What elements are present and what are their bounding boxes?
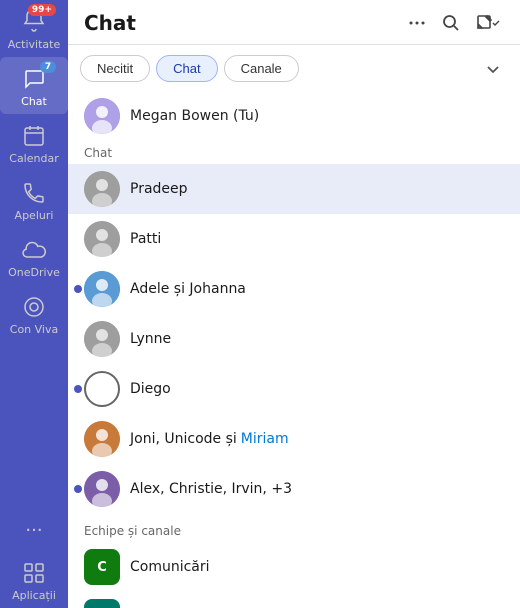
chat-name-lynne: Lynne: [130, 331, 171, 347]
badge-activitate: 99+: [28, 4, 56, 16]
activitate-icon-wrap: 99+: [18, 8, 50, 36]
chat-row-joni[interactable]: Joni, Unicode șiMiriam: [68, 414, 520, 464]
chat-row-pradeep[interactable]: Pradeep: [68, 164, 520, 214]
megan-name: Megan Bowen (Tu): [130, 108, 259, 124]
chat-name-alex: Alex, Christie, Irvin, +3: [130, 481, 292, 497]
page-title: Chat: [84, 11, 404, 35]
chat-section-label: Chat: [68, 138, 520, 164]
avatar-adele: [84, 271, 120, 307]
sidebar-more-button[interactable]: ···: [25, 510, 42, 551]
header: Chat: [68, 0, 520, 45]
badge-chat: 7: [40, 61, 56, 73]
chat-name-diego: Diego: [130, 381, 171, 397]
avatar-joni: [84, 421, 120, 457]
chat-name-patti: Patti: [130, 231, 161, 247]
chat-row-patti[interactable]: Patti: [68, 214, 520, 264]
chat-row-diego[interactable]: Diego: [68, 364, 520, 414]
team-row-comunicari[interactable]: C Comunicări: [68, 542, 520, 592]
avatar-pradeep: [84, 171, 120, 207]
team-row-vanzari[interactable]: US Vânzări S.U.A.: [68, 592, 520, 608]
tab-canale[interactable]: Canale: [224, 55, 299, 82]
chat-name-adele: Adele și Johanna: [130, 281, 246, 297]
avatar-alex: [84, 471, 120, 507]
conviva-icon: [18, 293, 50, 321]
sidebar-item-apeluri-label: Apeluri: [15, 209, 54, 222]
phone-icon: [18, 179, 50, 207]
sidebar-item-chat-label: Chat: [21, 95, 47, 108]
sidebar-item-apeluri[interactable]: Apeluri: [0, 171, 68, 228]
calendar-icon: [18, 122, 50, 150]
unread-dot-alex: [74, 485, 82, 493]
chat-row-lynne[interactable]: Lynne: [68, 314, 520, 364]
team-name-comunicari: Comunicări: [130, 559, 210, 575]
sidebar-item-conviva[interactable]: Con Viva: [0, 285, 68, 342]
unread-dot-adele: [74, 285, 82, 293]
chat-row-alex[interactable]: Alex, Christie, Irvin, +3: [68, 464, 520, 514]
megan-avatar: [84, 98, 120, 134]
sidebar-item-calendar[interactable]: Calendar: [0, 114, 68, 171]
sidebar-item-onedrive-label: OneDrive: [8, 266, 60, 279]
team-icon-comunicari: C: [84, 549, 120, 585]
sidebar-item-activitate-label: Activitate: [8, 38, 60, 51]
sidebar-item-chat[interactable]: 7 Chat: [0, 57, 68, 114]
sidebar-item-aplicatii[interactable]: Aplicații: [0, 551, 68, 608]
apps-icon: [18, 559, 50, 587]
chat-list: Megan Bowen (Tu) Chat Pradeep: [68, 88, 520, 608]
chat-name-pradeep: Pradeep: [130, 181, 188, 197]
compose-button[interactable]: [472, 10, 504, 36]
sidebar-item-calendar-label: Calendar: [9, 152, 58, 165]
tabs-expand-icon[interactable]: [478, 56, 508, 82]
sidebar: 99+ Activitate 7 Chat Calendar: [0, 0, 68, 608]
megan-bowen-row[interactable]: Megan Bowen (Tu): [68, 92, 520, 138]
avatar-diego: [84, 371, 120, 407]
tab-chat[interactable]: Chat: [156, 55, 217, 82]
avatar-lynne: [84, 321, 120, 357]
sidebar-item-conviva-label: Con Viva: [10, 323, 58, 336]
header-actions: [404, 10, 504, 36]
onedrive-icon: [18, 236, 50, 264]
main-panel: Chat Ne: [68, 0, 520, 608]
chat-row-adele[interactable]: Adele și Johanna: [68, 264, 520, 314]
teams-section-label: Echipe și canale: [68, 514, 520, 542]
tabs-row: Necitit Chat Canale: [68, 45, 520, 88]
more-options-button[interactable]: [404, 10, 430, 36]
sidebar-item-onedrive[interactable]: OneDrive: [0, 228, 68, 285]
avatar-patti: [84, 221, 120, 257]
sidebar-item-activitate[interactable]: 99+ Activitate: [0, 0, 68, 57]
unread-dot-diego: [74, 385, 82, 393]
chat-icon-wrap: 7: [18, 65, 50, 93]
tab-necitit[interactable]: Necitit: [80, 55, 150, 82]
chat-name-joni: Joni, Unicode șiMiriam: [130, 431, 289, 447]
team-icon-vanzari: US: [84, 599, 120, 608]
sidebar-item-aplicatii-label: Aplicații: [12, 589, 56, 602]
search-button[interactable]: [438, 10, 464, 36]
